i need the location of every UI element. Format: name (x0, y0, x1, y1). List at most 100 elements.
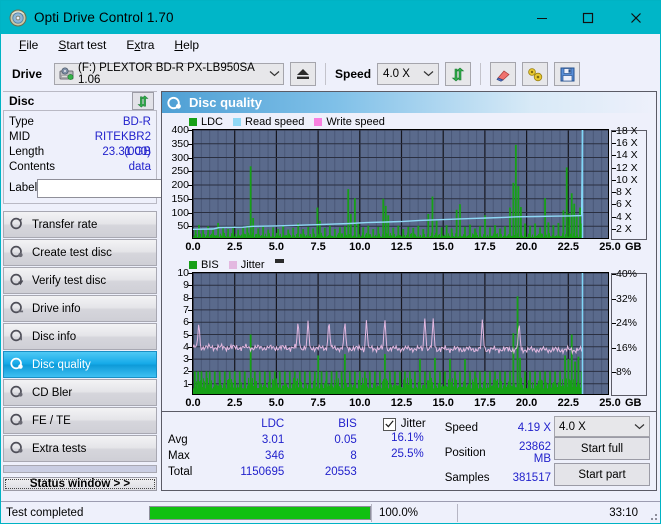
y2-tick-mark (612, 323, 616, 325)
status-message: Test completed (6, 506, 84, 519)
toolbar-divider-2 (480, 63, 482, 85)
sidebar-item-fe-te[interactable]: FE / TE (3, 407, 157, 434)
tools-button[interactable] (522, 62, 549, 86)
disc-refresh-button[interactable] (132, 92, 154, 110)
y2-tick-mark (612, 347, 616, 349)
y2-tick-mark (612, 216, 616, 218)
x-tick-label: 2.5 (227, 241, 243, 253)
y2-tick-label: 40% (616, 268, 638, 280)
menu-extra[interactable]: Extra (117, 36, 163, 55)
sidebar-item-transfer-rate[interactable]: Transfer rate (3, 211, 157, 238)
maximize-button[interactable] (565, 1, 611, 34)
legend-label-read-speed: Read speed (245, 116, 305, 128)
x-tick-label: 25.0 (599, 241, 621, 253)
y2-tick-label: 8 X (616, 186, 632, 199)
disc-bler-icon (10, 385, 24, 401)
sidebar-item-drive-info[interactable]: Drive info (3, 295, 157, 322)
y-tick-label: 400 (171, 124, 189, 136)
status-window-button[interactable]: Status window > > (3, 477, 157, 491)
disc-value: BD-R (122, 116, 151, 128)
sidebar-item-create-test-disc[interactable]: Create test disc (3, 239, 157, 266)
chevron-down-icon[interactable] (630, 422, 649, 432)
y2-tick-mark (612, 143, 616, 145)
x-tick-label: 15.0 (432, 397, 454, 409)
sidebar-item-disc-info[interactable]: Disc info (3, 323, 157, 350)
progress-fill (150, 506, 370, 519)
ldc-chart-container: LDC Read speed Write speed 50 100 150 200 25… (162, 113, 656, 255)
y2-tick-mark (612, 372, 616, 374)
chevron-down-icon[interactable] (419, 69, 438, 79)
table-header-row: LDC BIS (168, 416, 357, 432)
sidebar-item-label: Create test disc (32, 246, 112, 259)
erase-button[interactable] (490, 62, 517, 86)
ldc-chart-legend: LDC Read speed Write speed (162, 115, 656, 129)
sidebar-item-disc-quality[interactable]: Disc quality (3, 351, 157, 378)
y2-tick-label: 16 X (616, 137, 638, 150)
x-tick-label: 2.5 (227, 397, 243, 409)
x-tick-label: 0.0 (185, 397, 201, 409)
sidebar-nav: Transfer rate Create test disc Verify te… (3, 211, 157, 463)
stats-corner (168, 416, 211, 432)
y2-tick-mark (612, 204, 616, 206)
left-panel: Disc Type BD-R MID RITEKBR2 (000) Length… (1, 91, 242, 491)
eject-button[interactable] (290, 62, 317, 86)
legend-label-ldc: LDC (201, 116, 224, 128)
bis-plot-area (192, 272, 609, 395)
table-row: Total 1150695 20553 (168, 464, 357, 480)
sidebar-item-extra-tests[interactable]: Extra tests (3, 435, 157, 462)
legend-label-write-speed: Write speed (326, 116, 385, 128)
disc-create-icon (10, 245, 24, 261)
chevron-down-icon[interactable] (265, 69, 283, 79)
menu-start-test[interactable]: Start test (49, 36, 115, 55)
table-row: Max 346 8 (168, 448, 357, 464)
y2-tick-label: 24% (616, 317, 638, 330)
sidebar-item-verify-test-disc[interactable]: Verify test disc (3, 267, 157, 294)
sidebar-item-cd-bler[interactable]: CD Bler (3, 379, 157, 406)
x-tick-label: 10.0 (349, 397, 371, 409)
y-tick-label: 300 (171, 151, 189, 164)
x-tick-label: 10.0 (349, 241, 371, 253)
window-title: Opti Drive Control 1.70 (34, 10, 174, 25)
speed-select[interactable]: 4.0 X (377, 63, 440, 85)
refresh-button[interactable] (445, 62, 472, 86)
save-button[interactable] (554, 62, 581, 86)
drive-select[interactable]: (F:) PLEXTOR BD-R PX-LB950SA 1.06 (54, 62, 285, 86)
ldc-y2-axis: 2 X4 X6 X8 X 10 X 12 X 14 X 16 X 18 X (611, 125, 647, 240)
start-full-button[interactable]: Start full (554, 437, 650, 460)
y2-tick-mark (612, 179, 616, 181)
resize-grip-icon[interactable] (647, 510, 657, 520)
bis-chart-legend: BIS Jitter (162, 258, 656, 272)
disc-fete-icon (10, 413, 24, 429)
test-speed-select[interactable]: 4.0 X (554, 416, 650, 437)
y2-tick-label: 32% (616, 292, 638, 305)
cell-total-bis: 20553 (324, 466, 357, 478)
position-value: 23862 MB (519, 441, 551, 465)
y2-tick-mark (612, 155, 616, 157)
drive-icon (59, 67, 74, 81)
jitter-checkbox[interactable] (382, 417, 396, 431)
menu-help[interactable]: Help (165, 36, 208, 55)
disc-value: 23.31 GB (102, 146, 151, 158)
cell-avg-ldc: 3.01 (261, 434, 285, 446)
disc-key: Type (9, 116, 34, 128)
close-button[interactable] (611, 1, 660, 34)
sidebar-item-label: Disc info (32, 330, 77, 343)
disc-row-mid: MID RITEKBR2 (000) (9, 130, 151, 158)
menu-file[interactable]: File (10, 36, 47, 55)
window-controls (519, 1, 660, 34)
y2-tick-mark (612, 228, 616, 230)
disc-row-contents: Contents data (9, 160, 151, 175)
menu-bar: File Start test Extra Help (1, 34, 660, 57)
disc-key: Contents (9, 161, 56, 173)
disc-panel-title: Disc (9, 94, 35, 108)
elapsed-time: 33:10 (457, 503, 660, 522)
disc-key: MID (9, 131, 31, 143)
y2-tick-label: 2 X (616, 222, 632, 235)
sidebar-item-label: FE / TE (32, 414, 71, 427)
speed-stats-column: Speed 4.19 X Position 23862 MB Samples 3… (442, 416, 554, 484)
disc-panel-header: Disc (3, 91, 157, 111)
drive-value: (F:) PLEXTOR BD-R PX-LB950SA 1.06 (78, 62, 255, 86)
cell-total-ldc: 1150695 (240, 466, 285, 478)
start-part-button[interactable]: Start part (554, 463, 650, 486)
minimize-button[interactable] (519, 1, 565, 34)
